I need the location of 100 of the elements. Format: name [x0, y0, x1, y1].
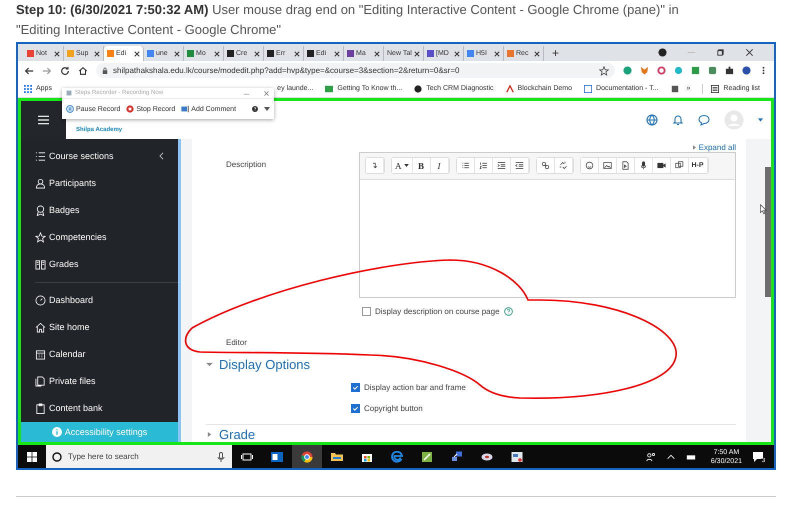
disc-icon[interactable] — [481, 450, 493, 462]
forward-arrow-icon[interactable] — [42, 66, 52, 76]
sidebar-item[interactable]: Competencies — [49, 232, 168, 242]
puzzle-icon[interactable] — [725, 66, 734, 76]
checkbox-option[interactable]: Display description on course page — [362, 306, 500, 316]
bell-icon[interactable] — [672, 114, 684, 126]
avatar-icon[interactable] — [742, 66, 751, 76]
close-icon[interactable] — [374, 50, 380, 56]
mouse-pointer-icon — [760, 204, 767, 215]
files-icon — [35, 376, 46, 387]
home-icon[interactable] — [78, 66, 88, 76]
fox-extension-icon[interactable] — [640, 66, 649, 76]
step-caption: Step 10: (6/30/2021 7:50:32 AM) User mouse drag end on "Editing Interactive Content - Google Chrome (pane)" in "Editing Interactive Content - Google Chrome" — [15, 1, 680, 39]
close-icon[interactable] — [534, 50, 540, 56]
address-bar[interactable]: shilpathakshala.edu.lk/course/modedit.php?add=hvp&type=&course=3&section=2&return=0&sr=0 — [96, 63, 615, 78]
sidebar-item[interactable]: Content bank — [49, 403, 168, 414]
close-icon[interactable] — [174, 50, 180, 56]
link-icon — [540, 161, 550, 170]
sidebar-item[interactable]: Grades — [49, 259, 168, 270]
lock-icon — [102, 66, 108, 75]
windows-logo-icon[interactable] — [27, 452, 37, 462]
stop-icon — [126, 105, 134, 113]
comment-icon — [181, 105, 190, 113]
reading-list-icon[interactable] — [711, 84, 720, 93]
info-icon — [52, 426, 62, 437]
people-icon[interactable] — [646, 452, 656, 462]
window-app-icon[interactable] — [511, 450, 523, 462]
taskbar-search-field[interactable]: Type here to search — [46, 445, 232, 468]
expand-all-link[interactable]: Expand all — [692, 144, 736, 152]
chevron-left-icon[interactable] — [159, 152, 164, 160]
checkbox-option[interactable]: Display action bar and frame — [351, 382, 466, 393]
microphone-icon — [638, 161, 648, 170]
checkbox[interactable] — [362, 306, 371, 316]
numbered-list-icon — [478, 161, 488, 170]
star-icon[interactable] — [599, 66, 609, 76]
close-icon[interactable] — [94, 50, 100, 56]
section-header[interactable]: Display Options — [206, 356, 736, 372]
video-camera-icon — [656, 161, 666, 170]
profile-dot-icon[interactable] — [658, 48, 667, 57]
close-icon[interactable] — [745, 48, 754, 57]
extension-icon[interactable] — [623, 66, 632, 76]
toolbar-button[interactable] — [580, 158, 598, 174]
sidebar-item[interactable]: Calendar — [49, 349, 168, 360]
sidebar-item[interactable]: Dashboard — [49, 295, 168, 306]
sidebar-item[interactable]: Badges — [49, 205, 168, 216]
menu-button[interactable] — [21, 100, 66, 139]
chat-bubble-icon[interactable] — [698, 114, 710, 126]
sidebar-item[interactable]: Course sections — [49, 151, 156, 162]
sidebar-item[interactable]: Site home — [49, 322, 168, 332]
close-icon[interactable] — [334, 50, 340, 56]
badge-icon — [35, 204, 46, 216]
close-icon[interactable] — [294, 50, 300, 56]
menu-icon[interactable] — [38, 114, 49, 125]
book-icon — [35, 258, 46, 270]
speech-bubble-icon — [752, 450, 764, 462]
toolbar-button[interactable] — [456, 158, 474, 174]
network-computer-icon[interactable] — [451, 450, 463, 462]
section-header[interactable]: Grade — [206, 427, 736, 442]
bookmark-favicon-icon — [506, 84, 514, 93]
caret-icon[interactable] — [758, 118, 763, 122]
checkbox[interactable] — [351, 404, 360, 413]
scrollbar-thumb[interactable] — [765, 166, 771, 297]
checkbox-option[interactable]: Copyright button — [351, 402, 423, 414]
person-icon — [35, 178, 46, 189]
arrow-icon — [370, 161, 379, 170]
close-icon[interactable] — [254, 50, 260, 56]
field-label: Description — [226, 158, 268, 171]
close-icon[interactable] — [454, 50, 460, 56]
list-icon — [35, 150, 46, 162]
restore-icon[interactable] — [716, 48, 725, 57]
folder-icon[interactable] — [331, 450, 343, 462]
apps-grid-icon[interactable] — [24, 84, 32, 93]
toolbar-button[interactable] — [536, 158, 554, 174]
smiley-icon — [584, 161, 594, 170]
help-icon[interactable] — [252, 105, 258, 113]
close-icon[interactable] — [214, 50, 220, 56]
new-tab-button[interactable]: + — [544, 46, 568, 58]
gauge-icon — [35, 294, 46, 306]
caret-icon — [404, 164, 408, 168]
ring-extension-icon[interactable] — [657, 66, 666, 76]
back-arrow-icon[interactable] — [24, 66, 34, 76]
reload-icon[interactable] — [60, 66, 70, 76]
microphone-icon[interactable] — [216, 452, 226, 462]
toolbar-button[interactable]: A — [392, 158, 412, 174]
swirl-logo-icon[interactable] — [391, 450, 403, 462]
star-icon — [35, 232, 46, 243]
close-icon[interactable] — [54, 50, 60, 56]
task-view-icon[interactable] — [241, 450, 253, 462]
close-icon[interactable] — [494, 50, 500, 56]
sidebar-item[interactable]: Participants — [49, 178, 168, 188]
close-icon[interactable] — [414, 50, 420, 56]
search-circle-icon — [52, 452, 62, 462]
caret-icon[interactable] — [264, 105, 270, 113]
notepad-icon[interactable] — [421, 450, 433, 462]
sidebar-item[interactable]: Private files — [49, 376, 168, 386]
checkbox[interactable] — [351, 382, 360, 392]
globe-icon[interactable] — [646, 114, 658, 126]
close-icon[interactable] — [134, 50, 140, 56]
mail-app-icon[interactable] — [271, 450, 283, 462]
browser-icon[interactable] — [301, 450, 313, 462]
